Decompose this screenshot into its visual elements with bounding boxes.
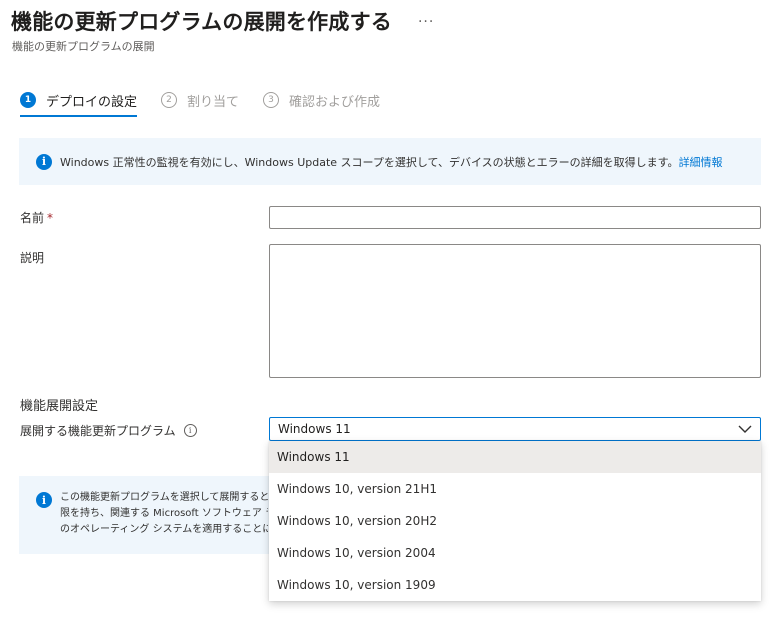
name-label-text: 名前 <box>20 211 45 225</box>
dropdown-option-2004[interactable]: Windows 10, version 2004 <box>269 537 761 569</box>
step-number-1: 1 <box>20 92 36 108</box>
feature-update-label-text: 展開する機能更新プログラム <box>20 424 176 438</box>
feature-update-label: 展開する機能更新プログラム i <box>20 422 197 439</box>
dropdown-option-21h1[interactable]: Windows 10, version 21H1 <box>269 473 761 505</box>
description-textarea[interactable] <box>269 244 761 378</box>
name-input[interactable] <box>269 206 761 229</box>
info-icon[interactable]: i <box>183 424 197 437</box>
info-banner-message: Windows 正常性の監視を有効にし、Windows Update スコープを… <box>60 155 679 169</box>
feature-update-dropdown: Windows 11 Windows 10, version 21H1 Wind… <box>269 441 761 601</box>
wizard-steps: 1 デプロイの設定 2 割り当て 3 確認および作成 <box>20 89 404 117</box>
step-number-2: 2 <box>161 92 178 108</box>
step-label: 割り当て <box>187 94 240 110</box>
page-title: 機能の更新プログラムの展開を作成する <box>11 10 392 34</box>
dropdown-option-windows-11[interactable]: Windows 11 <box>269 441 761 473</box>
step-label: デプロイの設定 <box>46 94 138 110</box>
chevron-down-icon <box>738 425 752 433</box>
learn-more-link[interactable]: 詳細情報 <box>679 156 723 169</box>
license-line: この機能更新プログラムを選択して展開すると <box>60 492 268 503</box>
feature-update-selected-value: Windows 11 <box>278 422 351 436</box>
title-row: 機能の更新プログラムの展開を作成する ··· <box>11 6 434 36</box>
feature-settings-heading: 機能展開設定 <box>20 399 99 414</box>
info-banner-text: Windows 正常性の監視を有効にし、Windows Update スコープを… <box>60 154 723 170</box>
step-assignments[interactable]: 2 割り当て <box>161 89 239 111</box>
more-options-button[interactable]: ··· <box>418 14 434 30</box>
description-label: 説明 <box>20 251 45 265</box>
info-icon: i <box>36 492 52 508</box>
license-info-text: この機能更新プログラムを選択して展開すると 限を持ち、関連する Microsof… <box>60 490 268 538</box>
feature-update-select[interactable]: Windows 11 <box>269 417 761 441</box>
dropdown-option-1909[interactable]: Windows 10, version 1909 <box>269 569 761 601</box>
step-label: 確認および作成 <box>289 94 381 110</box>
step-review-create[interactable]: 3 確認および作成 <box>263 89 380 111</box>
required-mark: * <box>47 211 54 225</box>
step-deploy-settings[interactable]: 1 デプロイの設定 <box>20 89 138 117</box>
step-number-3: 3 <box>263 92 280 108</box>
dropdown-option-20h2[interactable]: Windows 10, version 20H2 <box>269 505 761 537</box>
license-line: のオペレーティング システムを適用することに同 <box>60 524 268 535</box>
info-icon: i <box>36 153 52 170</box>
license-line: 限を持ち、関連する Microsoft ソフトウェア ラ <box>60 508 268 519</box>
page-subtitle: 機能の更新プログラムの展開 <box>12 40 155 53</box>
info-banner: i Windows 正常性の監視を有効にし、Windows Update スコー… <box>19 138 761 185</box>
name-label: 名前 * <box>20 209 53 226</box>
